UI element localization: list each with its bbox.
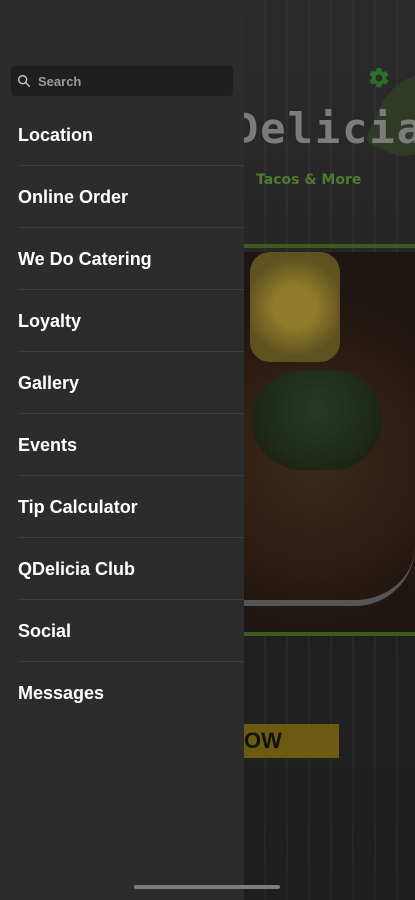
menu-label: Gallery [18,372,80,393]
gear-icon[interactable] [367,66,391,90]
squash-image-part [252,370,382,470]
search-input[interactable] [36,72,220,90]
menu-label: Online Order [18,186,129,207]
menu-label: Loyalty [18,310,82,331]
menu-item-qdelicia-club[interactable]: QDelicia Club [0,538,244,600]
menu-item-gallery[interactable]: Gallery [0,352,244,414]
menu-label: Events [18,434,78,455]
divider-line [244,244,415,248]
menu-label: Tip Calculator [18,496,138,517]
menu-item-messages[interactable]: Messages [0,662,244,724]
navigation-drawer: Location Online Order We Do Catering Loy… [0,0,244,900]
logo-text: Delicia [233,104,415,153]
menu-label: QDelicia Club [18,558,136,579]
menu-label: Social [18,620,72,641]
corn-image-part [250,252,340,362]
menu-item-loyalty[interactable]: Loyalty [0,290,244,352]
menu-list: Location Online Order We Do Catering Loy… [0,104,244,724]
menu-item-tip-calculator[interactable]: Tip Calculator [0,476,244,538]
menu-item-catering[interactable]: We Do Catering [0,228,244,290]
menu-label: Location [18,124,93,145]
divider-line-2 [244,632,415,636]
home-indicator[interactable] [134,885,280,889]
search-icon [17,75,30,87]
menu-label: Messages [18,682,105,703]
menu-label: We Do Catering [18,248,152,269]
cta-label: OW [244,728,282,753]
menu-item-online-order[interactable]: Online Order [0,166,244,228]
search-box[interactable] [11,66,233,96]
menu-item-social[interactable]: Social [0,600,244,662]
menu-item-events[interactable]: Events [0,414,244,476]
logo-subtitle: Tacos & More [256,172,362,188]
order-now-button[interactable]: OW [244,724,339,758]
menu-item-location[interactable]: Location [0,104,244,166]
